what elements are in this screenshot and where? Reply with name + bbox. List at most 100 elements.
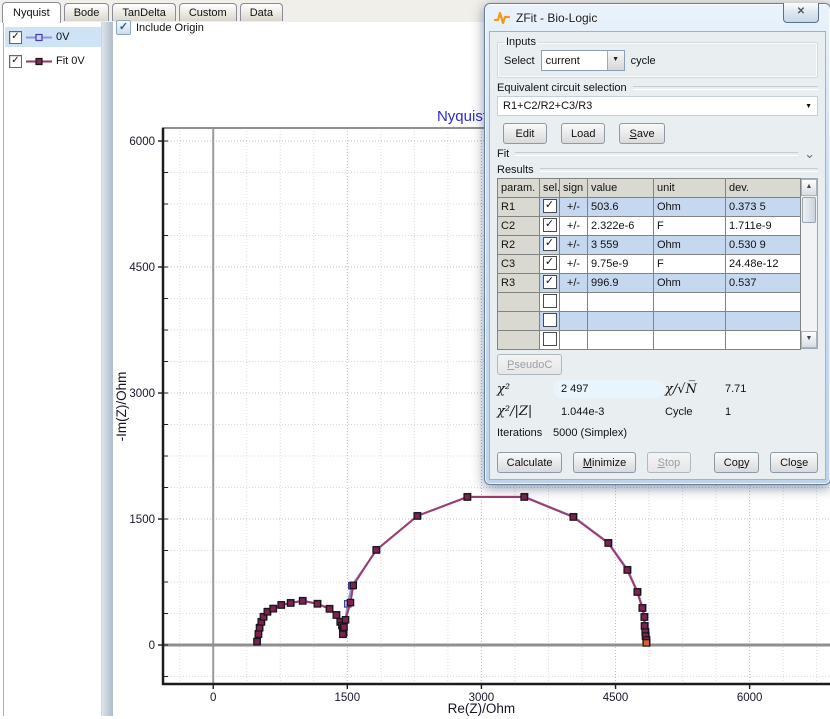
include-origin-checkbox[interactable]: ✓ Include Origin — [116, 20, 204, 35]
param-select-checkbox[interactable] — [543, 294, 557, 308]
data-point-fit-0v — [278, 602, 284, 608]
dev-cell: 0.530 9 — [726, 236, 801, 255]
divider — [540, 168, 818, 172]
param-cell — [498, 293, 540, 312]
unit-cell: F — [654, 217, 726, 236]
data-point-fit-0v — [333, 612, 339, 618]
data-point-fit-0v — [270, 606, 276, 612]
results-table-scrollbar[interactable]: ▲ ▼ — [801, 178, 818, 349]
sel-cell[interactable] — [540, 312, 560, 331]
value-cell[interactable] — [588, 331, 654, 350]
param-select-checkbox[interactable]: ✓ — [543, 237, 557, 251]
unit-cell: F — [654, 255, 726, 274]
chevron-down-icon[interactable]: ⌄ — [804, 149, 815, 159]
cycle-select-dropdown[interactable]: current ▼ — [541, 50, 625, 71]
tab-custom[interactable]: Custom — [179, 3, 237, 21]
column-header-unit: unit — [654, 179, 726, 198]
y-tick-label: 3000 — [129, 388, 155, 400]
data-point-fit-0v — [287, 600, 293, 606]
save-button[interactable]: Save — [619, 123, 664, 144]
series-visibility-checkbox[interactable]: ✓ — [9, 55, 22, 68]
circuit-selection-label: Equivalent circuit selection — [497, 82, 627, 94]
window-left-edge — [3, 22, 4, 716]
param-select-checkbox[interactable] — [543, 313, 557, 327]
checkbox-check-icon: ✓ — [116, 20, 131, 35]
value-cell[interactable]: 503.6 — [588, 198, 654, 217]
unit-cell: Ohm — [654, 198, 726, 217]
data-point-fit-0v — [350, 582, 356, 588]
unit-cell — [654, 331, 726, 350]
chi2-value: 2 497 — [553, 380, 665, 398]
data-point-fit-0v — [255, 631, 261, 637]
tab-nyquist[interactable]: Nyquist — [2, 2, 61, 23]
y-axis-label: -Im(Z)/Ohm — [114, 372, 129, 442]
series-label: Fit 0V — [56, 55, 85, 67]
value-cell[interactable]: 2.322e-6 — [588, 217, 654, 236]
tab-tandelta[interactable]: TanDelta — [112, 3, 175, 21]
sel-cell[interactable]: ✓ — [540, 236, 560, 255]
param-select-checkbox[interactable] — [543, 332, 557, 346]
scrollbar-thumb[interactable] — [802, 197, 816, 223]
chi-sqrt-n-symbol: χ/√N̅ — [665, 382, 723, 397]
dev-cell: 0.537 — [726, 274, 801, 293]
scrollbar-track[interactable] — [801, 224, 817, 331]
cycle-label: cycle — [631, 55, 656, 67]
tab-data[interactable]: Data — [240, 3, 283, 21]
divider — [633, 86, 818, 90]
value-cell[interactable]: 3 559 — [588, 236, 654, 255]
inputs-group-label: Inputs — [504, 36, 538, 48]
include-origin-label: Include Origin — [136, 22, 204, 34]
param-select-checkbox[interactable]: ✓ — [543, 275, 557, 289]
param-select-checkbox[interactable]: ✓ — [543, 218, 557, 232]
chi-sqrt-n-value: 7.71 — [723, 383, 818, 395]
chevron-down-icon: ▼ — [805, 103, 812, 110]
sel-cell[interactable]: ✓ — [540, 255, 560, 274]
unit-cell — [654, 293, 726, 312]
unit-cell: Ohm — [654, 274, 726, 293]
value-cell[interactable]: 996.9 — [588, 274, 654, 293]
y-tick-label: 4500 — [129, 262, 155, 274]
x-tick-label: 6000 — [737, 692, 763, 704]
data-point-fit-0v — [373, 547, 379, 553]
iterations-label: Iterations — [497, 427, 553, 439]
scroll-up-icon[interactable]: ▲ — [801, 179, 817, 196]
sel-cell[interactable] — [540, 331, 560, 350]
data-point-fit-0v — [464, 494, 470, 500]
fit-section-header[interactable]: Fit ⌄ — [497, 148, 818, 160]
tab-bode[interactable]: Bode — [64, 3, 110, 21]
copy-button[interactable]: Copy — [714, 452, 759, 473]
value-cell[interactable] — [588, 312, 654, 331]
close-button[interactable]: Close — [770, 452, 818, 473]
unit-cell: Ohm — [654, 236, 726, 255]
pseudoc-button[interactable]: PseudoC — [497, 354, 562, 375]
zfit-waveform-icon — [494, 11, 510, 25]
sel-cell[interactable]: ✓ — [540, 198, 560, 217]
sel-cell[interactable]: ✓ — [540, 274, 560, 293]
minimize-button[interactable]: Minimize — [573, 452, 636, 473]
circuit-select-dropdown[interactable]: R1+C2/R2+C3/R3 ▼ — [497, 96, 818, 116]
calculate-button[interactable]: Calculate — [497, 452, 562, 473]
stop-button[interactable]: Stop — [647, 452, 691, 473]
sel-cell[interactable]: ✓ — [540, 217, 560, 236]
scroll-down-icon[interactable]: ▼ — [801, 331, 817, 348]
x-tick-label: 1500 — [335, 692, 361, 704]
param-cell — [498, 312, 540, 331]
dialog-title-bar[interactable]: ZFit - Bio-Logic — [485, 4, 830, 31]
value-cell[interactable]: 9.75e-9 — [588, 255, 654, 274]
select-label: Select — [504, 55, 535, 67]
load-button[interactable]: Load — [561, 123, 605, 144]
series-visibility-checkbox[interactable]: ✓ — [9, 31, 22, 44]
dev-cell: 0.373 5 — [726, 198, 801, 217]
edit-button[interactable]: Edit — [503, 123, 547, 144]
value-cell[interactable] — [588, 293, 654, 312]
x-axis-label: Re(Z)/Ohm — [448, 701, 516, 716]
sel-cell[interactable] — [540, 293, 560, 312]
close-icon[interactable]: ✕ — [783, 3, 819, 23]
param-select-checkbox[interactable]: ✓ — [543, 256, 557, 270]
legend-item-fit-0v[interactable]: ✓ Fit 0V — [5, 51, 101, 71]
fit-section-label: Fit — [497, 148, 509, 160]
param-cell: R3 — [498, 274, 540, 293]
legend-item-0v[interactable]: ✓0V — [5, 27, 101, 47]
param-cell — [498, 331, 540, 350]
param-select-checkbox[interactable]: ✓ — [543, 199, 557, 213]
